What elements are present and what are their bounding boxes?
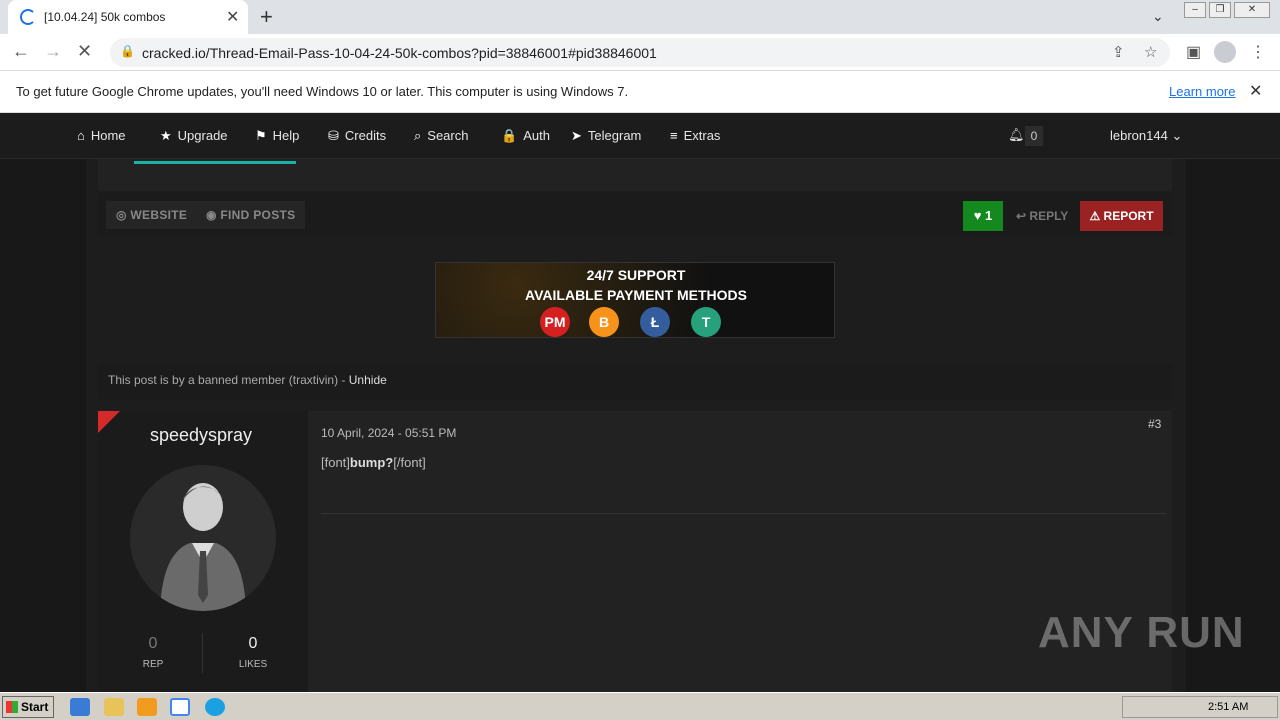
chrome-taskbar-icon[interactable] [170, 698, 190, 716]
nav-search[interactable]: ⌕ Search [414, 128, 468, 144]
default-avatar-icon [160, 483, 246, 611]
post-3: speedyspray 0 REP 0 LIKES 10 April, 2024… [98, 411, 1172, 692]
window-close-button[interactable]: ✕ [1234, 2, 1270, 18]
menu-icon: ≡ [670, 128, 678, 143]
minimize-button[interactable]: ‒ [1184, 2, 1206, 18]
rep-stat: 0 REP [103, 635, 203, 670]
reply-arrow-icon: ↩ [1016, 209, 1027, 223]
reply-button[interactable]: ↩ REPLY [1016, 201, 1068, 231]
post-author-username[interactable]: speedyspray [98, 425, 304, 446]
loading-spinner-icon [20, 9, 36, 25]
nav-extras[interactable]: ≡ Extras [670, 128, 720, 143]
taskbar-clock[interactable]: 2:51 AM [1208, 701, 1248, 713]
post-number-link[interactable]: #3 [1148, 417, 1161, 431]
infobar-close-icon[interactable]: ✕ [1249, 81, 1262, 101]
warning-icon: ⚠ [1089, 209, 1101, 223]
file-explorer-icon[interactable] [104, 698, 124, 716]
unhide-link[interactable]: Unhide [349, 373, 387, 387]
learn-more-link[interactable]: Learn more [1169, 84, 1235, 99]
find-posts-button[interactable]: ◉ FIND POSTS [196, 201, 306, 229]
kebab-menu-icon[interactable]: ⋮ [1250, 42, 1266, 62]
bookmark-star-icon[interactable]: ☆ [1144, 43, 1157, 61]
browser-tab[interactable]: [10.04.24] 50k combos ✕ [8, 0, 248, 34]
rep-value: 0 [148, 635, 158, 652]
perfect-money-icon: PM [540, 307, 570, 337]
like-button[interactable]: ♥ 1 [963, 201, 1003, 231]
advertisement-banner[interactable]: 24/7 SUPPORT AVAILABLE PAYMENT METHODS P… [435, 262, 835, 338]
nav-help[interactable]: ⚑ Help [255, 128, 299, 144]
notification-bell-icon[interactable]: 🔔︎ [1008, 127, 1025, 143]
windows-taskbar: Start 2:51 AM [0, 692, 1280, 720]
flag-icon: ⚑ [255, 128, 267, 143]
litecoin-icon: Ł [640, 307, 670, 337]
home-icon: ⌂ [77, 128, 85, 143]
website-button[interactable]: ◎ WEBSITE [106, 201, 198, 229]
star-icon: ★ [160, 128, 172, 143]
post-separator [321, 513, 1166, 514]
profile-avatar-icon[interactable] [1214, 41, 1236, 63]
search-icon: ⌕ [414, 128, 422, 143]
tab-title: [10.04.24] 50k combos [44, 10, 166, 24]
windows-logo-icon [6, 701, 18, 713]
url-text: cracked.io/Thread-Email-Pass-10-04-24-50… [142, 45, 657, 61]
banner-line2: AVAILABLE PAYMENT METHODS [525, 287, 747, 303]
restore-button[interactable]: ❐ [1209, 2, 1231, 18]
notification-count: 0 [1025, 126, 1043, 146]
stop-loading-icon[interactable]: ✕ [77, 41, 92, 62]
system-tray [1122, 696, 1278, 718]
tab-search-chevron-icon[interactable]: ⌄ [1152, 8, 1164, 25]
post-actions-bar: ◎ WEBSITE ◉ FIND POSTS ♥ 1 ↩ REPLY ⚠ REP… [98, 193, 1172, 237]
tab-close-icon[interactable]: ✕ [226, 7, 239, 27]
chevron-down-icon: ⌄ [1171, 128, 1183, 143]
nav-telegram[interactable]: ➤ Telegram [571, 128, 641, 144]
thread-content: ◎ WEBSITE ◉ FIND POSTS ♥ 1 ↩ REPLY ⚠ REP… [86, 159, 1186, 692]
tether-icon: T [691, 307, 721, 337]
start-button[interactable]: Start [2, 696, 54, 718]
likes-stat: 0 LIKES [203, 635, 303, 670]
report-button[interactable]: ⚠ REPORT [1080, 201, 1163, 231]
nav-upgrade[interactable]: ★ Upgrade [160, 128, 228, 144]
address-bar[interactable]: 🔒 cracked.io/Thread-Email-Pass-10-04-24-… [110, 38, 1170, 67]
edge-icon[interactable] [205, 698, 225, 716]
rep-label: REP [142, 659, 164, 670]
forward-arrow-icon[interactable]: → [44, 41, 62, 62]
user-menu[interactable]: lebron144 ⌄ [1110, 128, 1182, 144]
telegram-icon: ➤ [571, 128, 582, 143]
banner-line1: 24/7 SUPPORT [586, 267, 686, 283]
infobar-message: To get future Google Chrome updates, you… [16, 84, 629, 99]
accent-underline [134, 161, 296, 164]
avatar[interactable] [130, 465, 276, 611]
lock-icon: 🔒 [501, 128, 518, 143]
eye-icon: ◉ [206, 208, 217, 222]
back-arrow-icon[interactable]: ← [12, 41, 30, 62]
post-date: 10 April, 2024 - 05:51 PM [321, 426, 457, 440]
media-player-icon[interactable] [137, 698, 157, 716]
anyrun-watermark: ANY RUN [1038, 608, 1245, 657]
update-infobar: To get future Google Chrome updates, you… [0, 71, 1280, 113]
browser-toolbar: ← → ✕ 🔒 cracked.io/Thread-Email-Pass-10-… [0, 34, 1280, 71]
banned-member-notice: This post is by a banned member (traxtiv… [98, 363, 1172, 399]
internet-explorer-icon[interactable] [70, 698, 90, 716]
likes-label: LIKES [238, 659, 268, 670]
website-viewport: ⌂ Home ★ Upgrade ⚑ Help ⛁ Credits ⌕ Search 🔒 A… [0, 113, 1280, 692]
previous-post-footer [98, 159, 1172, 191]
heart-icon: ♥ [973, 208, 982, 223]
new-tab-button[interactable]: + [260, 4, 273, 30]
site-navbar: ⌂ Home ★ Upgrade ⚑ Help ⛁ Credits ⌕ Search 🔒 A… [0, 113, 1280, 159]
bitcoin-icon: B [589, 307, 619, 337]
nav-auth[interactable]: 🔒 Auth [501, 128, 550, 144]
side-panel-icon[interactable]: ▣ [1186, 42, 1201, 62]
globe-icon: ◎ [116, 208, 127, 222]
post-message: [font]bump?[/font] [321, 455, 426, 470]
nav-credits[interactable]: ⛁ Credits [328, 128, 386, 144]
banned-notice-text: This post is by a banned member (traxtiv… [108, 373, 349, 387]
nav-home[interactable]: ⌂ Home [77, 128, 126, 143]
tab-strip: [10.04.24] 50k combos ✕ + ⌄ ‒ ❐ ✕ [0, 0, 1280, 34]
lock-icon: 🔒 [120, 44, 135, 58]
coins-icon: ⛁ [328, 128, 339, 143]
likes-value: 0 [248, 635, 258, 652]
share-icon[interactable]: ⇪ [1112, 43, 1125, 61]
